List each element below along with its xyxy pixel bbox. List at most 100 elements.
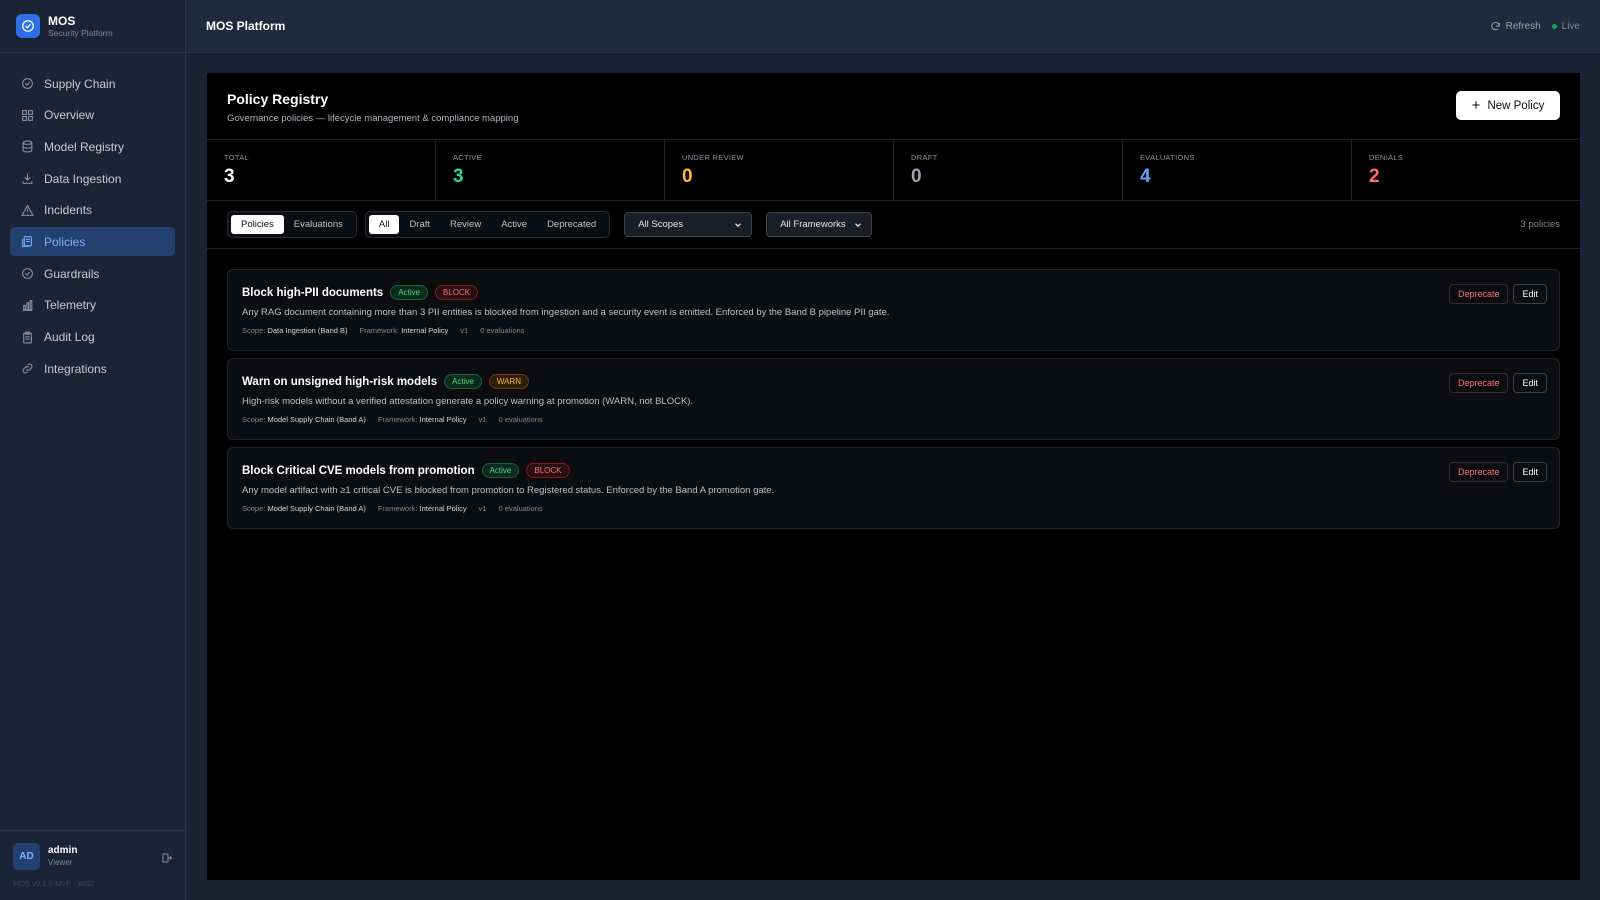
sidebar-item-label: Model Registry xyxy=(44,139,125,154)
framework-select-value: All Frameworks xyxy=(780,219,846,230)
deprecate-button[interactable]: Deprecate xyxy=(1448,284,1509,304)
stat-draft: DRAFT 0 xyxy=(894,140,1123,200)
framework-label: Framework: xyxy=(359,326,400,335)
sidebar-item-policies[interactable]: Policies xyxy=(10,227,175,257)
scope-label: Scope: xyxy=(242,415,266,424)
evaluations-count: 0 evaluations xyxy=(498,415,543,424)
version-value: v1 xyxy=(460,326,469,335)
refresh-button[interactable]: Refresh xyxy=(1490,21,1541,32)
action-badge: BLOCK xyxy=(526,463,570,478)
policy-list: Block high-PII documents Active BLOCK Any R… xyxy=(207,249,1580,529)
refresh-label: Refresh xyxy=(1505,20,1541,32)
stat-value: 3 xyxy=(224,166,235,187)
page-title: MOS Platform xyxy=(206,19,286,33)
live-label: Live xyxy=(1561,20,1580,32)
scope-value: Data Ingestion (Band B) xyxy=(267,326,348,335)
avatar[interactable]: AD xyxy=(13,843,40,870)
stats-row: TOTAL 3 ACTIVE 3 UNDER REVIEW 0 DRAFT 0 EVALUATI… xyxy=(207,139,1580,201)
link-icon xyxy=(21,362,34,375)
shield-check-icon xyxy=(21,267,34,280)
sidebar-item-telemetry[interactable]: Telemetry xyxy=(10,291,175,320)
sidebar-item-audit-log[interactable]: Audit Log xyxy=(10,323,175,352)
policy-card[interactable]: Warn on unsigned high-risk models Active W… xyxy=(227,358,1560,440)
status-tabs: All Draft Review Active Deprecated xyxy=(364,211,611,238)
status-tab-draft[interactable]: Draft xyxy=(399,215,440,234)
stat-denials: DENIALS 2 xyxy=(1352,140,1580,200)
chevron-down-icon xyxy=(855,222,862,227)
brand-subtitle: Security Platform xyxy=(48,27,113,38)
status-badge: Active xyxy=(390,285,429,300)
filter-bar: Policies Evaluations All Draft Review Active… xyxy=(207,201,1580,249)
policy-description: High-risk models without a verified atte… xyxy=(242,396,694,407)
action-badge: WARN xyxy=(488,374,530,389)
status-badge: Active xyxy=(444,374,482,389)
database-icon xyxy=(21,140,34,153)
policy-title: Block high-PII documents xyxy=(242,286,384,299)
sidebar-item-guardrails[interactable]: Guardrails xyxy=(10,259,175,288)
policy-card[interactable]: Block high-PII documents Active BLOCK Any R… xyxy=(227,269,1560,351)
sidebar-item-label: Integrations xyxy=(44,361,107,376)
plus-icon: + xyxy=(1471,96,1481,114)
status-tab-review[interactable]: Review xyxy=(440,215,491,234)
stat-label: ACTIVE xyxy=(453,153,482,162)
edit-button[interactable]: Edit xyxy=(1513,284,1547,304)
sidebar-item-model-registry[interactable]: Model Registry xyxy=(10,132,175,161)
view-tabs: Policies Evaluations xyxy=(227,211,357,238)
download-icon xyxy=(21,172,34,185)
version-value: v1 xyxy=(478,415,487,424)
stat-value: 3 xyxy=(453,166,464,187)
brand-name: MOS xyxy=(48,13,76,28)
stat-value: 0 xyxy=(682,166,693,187)
sidebar-item-label: Incidents xyxy=(44,203,93,218)
refresh-icon xyxy=(1491,21,1500,30)
panel-title: Policy Registry xyxy=(227,91,329,107)
policy-meta: Scope: Model Supply Chain (Band A) Framew… xyxy=(242,504,1545,513)
sidebar-item-integrations[interactable]: Integrations xyxy=(10,354,175,383)
edit-button[interactable]: Edit xyxy=(1513,462,1547,482)
bar-chart-icon xyxy=(21,299,34,312)
sidebar-item-label: Policies xyxy=(44,234,86,249)
framework-value: Internal Policy xyxy=(419,415,467,424)
new-policy-button[interactable]: + New Policy xyxy=(1456,91,1560,120)
scope-label: Scope: xyxy=(242,504,266,513)
brand[interactable]: MOS Security Platform xyxy=(0,0,185,53)
deprecate-button[interactable]: Deprecate xyxy=(1448,373,1509,393)
status-tab-deprecated[interactable]: Deprecated xyxy=(537,215,606,234)
stat-label: EVALUATIONS xyxy=(1140,153,1195,162)
policy-card[interactable]: Block Critical CVE models from promotion… xyxy=(227,447,1560,529)
sidebar-item-overview[interactable]: Overview xyxy=(10,101,175,130)
tab-evaluations[interactable]: Evaluations xyxy=(284,215,353,234)
version-value: v1 xyxy=(478,504,487,513)
stat-value: 4 xyxy=(1140,166,1151,187)
chevron-down-icon xyxy=(735,222,742,227)
sidebar-item-label: Telemetry xyxy=(44,298,97,313)
status-tab-all[interactable]: All xyxy=(368,215,400,234)
alert-triangle-icon xyxy=(21,204,34,217)
logout-icon[interactable] xyxy=(161,851,173,863)
brand-logo-icon xyxy=(16,14,40,38)
scope-select[interactable]: All Scopes xyxy=(624,212,753,237)
stat-label: DENIALS xyxy=(1369,153,1404,162)
status-badge: Active xyxy=(481,463,520,478)
sidebar-item-incidents[interactable]: Incidents xyxy=(10,196,175,225)
policy-description: Any model artifact with ≥1 critical CVE … xyxy=(242,485,775,496)
scope-value: Model Supply Chain (Band A) xyxy=(267,504,366,513)
status-tab-active[interactable]: Active xyxy=(491,215,537,234)
panel-subtitle: Governance policies — lifecycle manageme… xyxy=(227,113,519,124)
framework-select[interactable]: All Frameworks xyxy=(766,212,873,237)
deprecate-button[interactable]: Deprecate xyxy=(1448,462,1509,482)
shield-check-icon xyxy=(21,77,34,90)
stat-value: 2 xyxy=(1369,166,1380,187)
scope-select-value: All Scopes xyxy=(638,219,684,230)
policy-title: Warn on unsigned high-risk models xyxy=(242,375,438,388)
user-role: Viewer xyxy=(48,858,73,867)
version-label: MOS v0.1.0-MVP · WS2 xyxy=(13,879,95,888)
tab-policies[interactable]: Policies xyxy=(231,215,284,234)
sidebar-item-data-ingestion[interactable]: Data Ingestion xyxy=(10,164,175,193)
stat-label: UNDER REVIEW xyxy=(682,153,744,162)
framework-label: Framework: xyxy=(377,415,418,424)
live-dot-icon xyxy=(1551,23,1557,29)
sidebar-item-supply-chain[interactable]: Supply Chain xyxy=(10,69,175,98)
action-badge: BLOCK xyxy=(435,285,479,300)
edit-button[interactable]: Edit xyxy=(1513,373,1547,393)
